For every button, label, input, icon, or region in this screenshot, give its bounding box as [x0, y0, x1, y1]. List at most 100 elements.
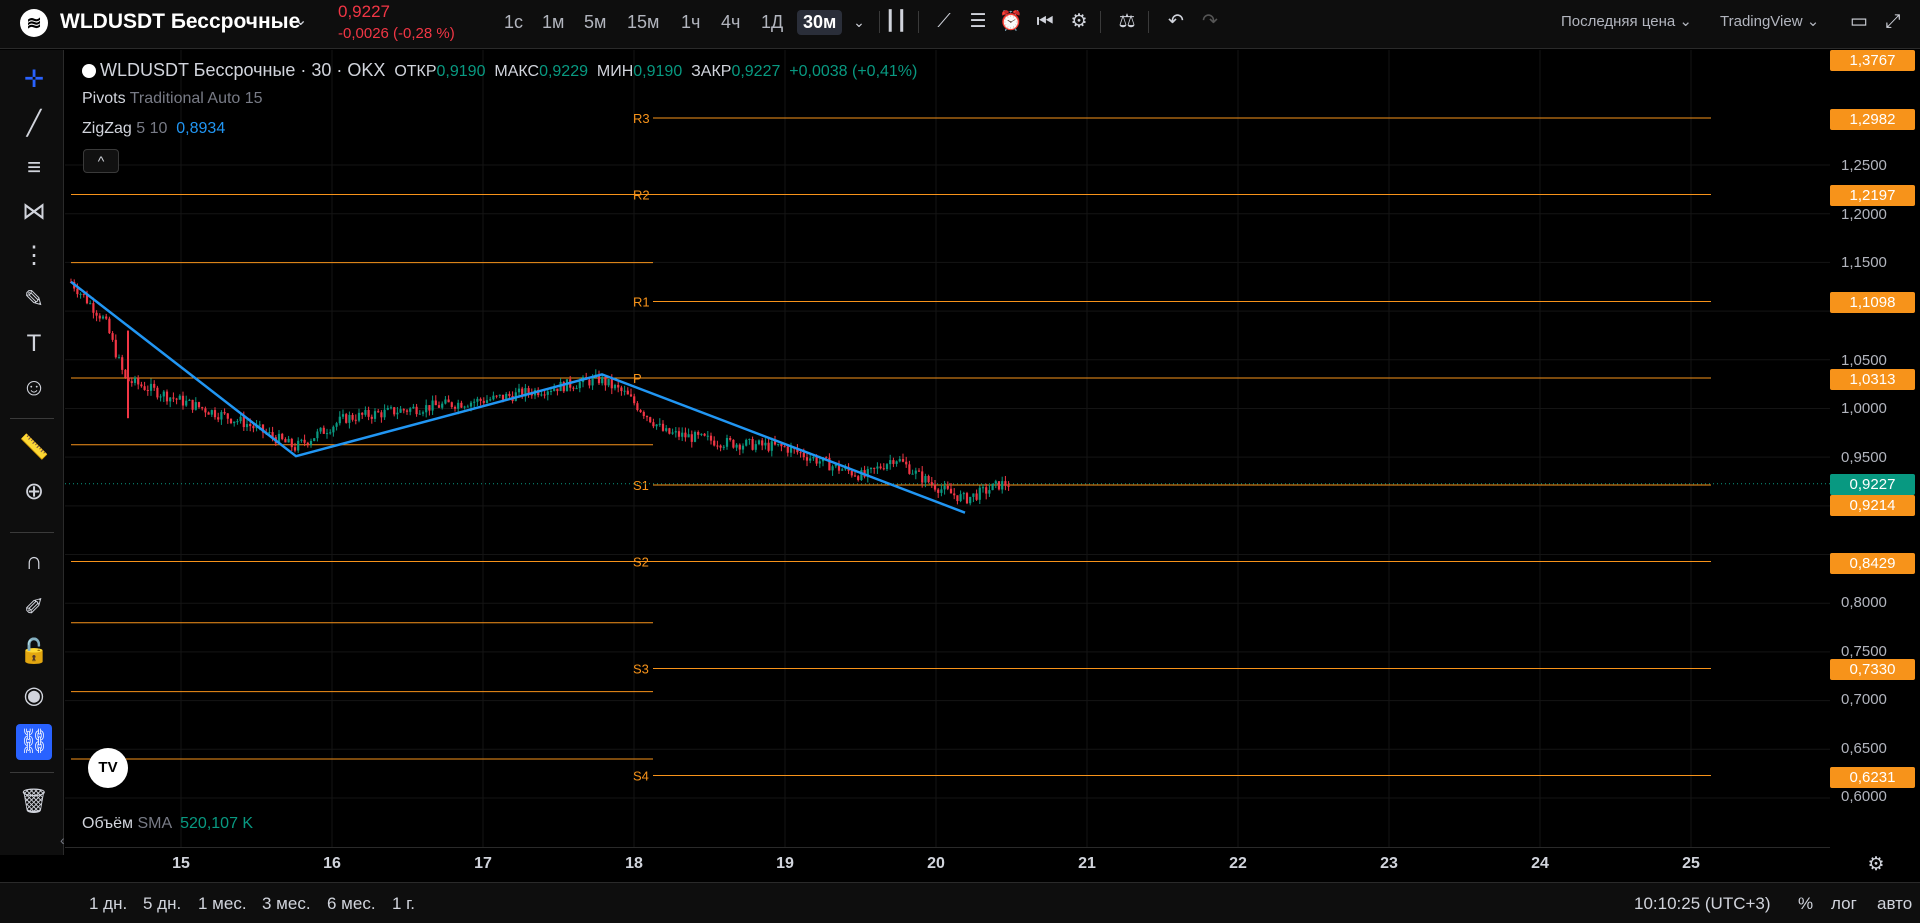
candle-body	[393, 407, 396, 415]
candle-body	[447, 399, 450, 403]
zoom-icon[interactable]: ⊕	[16, 474, 52, 510]
indicator-list-icon[interactable]: ☰	[965, 9, 991, 35]
timeframe-30m[interactable]: 30м	[797, 10, 843, 35]
candle-body	[1007, 485, 1010, 487]
candle-body	[153, 383, 156, 388]
trendline-icon[interactable]: ╱	[16, 106, 52, 142]
timeframe-chevron-icon[interactable]: ⌄	[846, 9, 872, 35]
candle-body	[325, 433, 329, 435]
chevron-down-icon[interactable]: ⌄	[294, 10, 307, 30]
candle-body	[815, 457, 818, 464]
candle-body	[82, 293, 85, 295]
lock-drawing-icon[interactable]: ✐	[16, 590, 52, 626]
chart-settings-gear-icon[interactable]: ⚙	[1863, 852, 1889, 878]
fullscreen-icon[interactable]: ⤢	[1880, 9, 1906, 35]
range-1y[interactable]: 1 г.	[392, 894, 415, 914]
price-label: 0,7000	[1841, 691, 1887, 708]
candle-body	[457, 402, 460, 409]
candle-body	[633, 396, 636, 404]
candle-body	[748, 439, 751, 441]
range-3m[interactable]: 3 мес.	[262, 894, 311, 914]
range-1m[interactable]: 1 мес.	[198, 894, 247, 914]
candle-body	[204, 408, 207, 413]
tradingview-logo-icon[interactable]: TV	[88, 748, 128, 788]
brush-icon[interactable]: ✎	[16, 282, 52, 318]
emoji-icon[interactable]: ☺	[16, 370, 52, 406]
timeframe-1s[interactable]: 1с	[498, 10, 529, 35]
price-badge-s1: 0,9214	[1830, 495, 1915, 516]
candle-body	[181, 395, 185, 406]
timeframe-5m[interactable]: 5м	[578, 10, 612, 35]
percent-toggle[interactable]: %	[1798, 894, 1813, 914]
gear-icon[interactable]: ⚙	[1066, 9, 1092, 35]
timeframe-1d[interactable]: 1Д	[755, 10, 789, 35]
ruler-icon[interactable]: 📏	[16, 430, 52, 466]
magnet-icon[interactable]: ∩	[16, 544, 52, 580]
trash-icon[interactable]: 🗑	[16, 784, 52, 820]
fib-icon[interactable]: ≡	[16, 150, 52, 186]
eye-icon[interactable]: ◉	[16, 678, 52, 714]
pivot-label: R3	[633, 111, 650, 126]
candle-body	[841, 469, 844, 471]
unlock-icon[interactable]: 🔓	[16, 634, 52, 670]
timeframe-15m[interactable]: 15м	[621, 10, 665, 35]
candle-body	[114, 339, 117, 358]
pivots-params: Traditional Auto 15	[129, 90, 263, 107]
candle-body	[229, 418, 233, 424]
pattern-icon[interactable]: ⋈	[16, 194, 52, 230]
auto-toggle[interactable]: авто	[1877, 894, 1912, 914]
candle-body	[252, 426, 255, 429]
candle-body	[501, 394, 505, 400]
clock[interactable]: 10:10:25 (UTC+3)	[1634, 894, 1771, 914]
undo-icon[interactable]: ↶	[1163, 9, 1189, 35]
candle-body	[732, 439, 735, 448]
chart-pane[interactable]: R3 R2 R1 P S1 S2 S3 S4	[65, 50, 1830, 847]
candle-body	[300, 439, 303, 441]
compare-scales-icon[interactable]: ⚖	[1114, 9, 1140, 35]
pivots-legend[interactable]: Pivots Traditional Auto 15	[82, 90, 263, 108]
crosshair-icon[interactable]: ✛	[16, 62, 52, 98]
link-icon[interactable]: ⛓	[16, 724, 52, 760]
candle-body	[607, 379, 610, 386]
timeframe-1m[interactable]: 1м	[536, 10, 570, 35]
symbol-name[interactable]: WLDUSDT Бессрочные	[60, 10, 300, 34]
price-label: 0,6000	[1841, 788, 1887, 805]
text-icon[interactable]: T	[16, 326, 52, 362]
candle-body	[930, 482, 933, 485]
range-1d[interactable]: 1 дн.	[89, 894, 127, 914]
candle-body	[553, 388, 556, 391]
timeframe-1h[interactable]: 1ч	[675, 10, 706, 35]
timeframe-4h[interactable]: 4ч	[715, 10, 746, 35]
candle-body	[143, 386, 146, 390]
window-icon[interactable]: ▭	[1846, 9, 1872, 35]
log-toggle[interactable]: лог	[1831, 894, 1857, 914]
range-6m[interactable]: 6 мес.	[327, 894, 376, 914]
provider-label: TradingView	[1720, 13, 1803, 30]
range-5d[interactable]: 5 дн.	[143, 894, 181, 914]
candle-body	[284, 439, 287, 443]
price-badge-p: 1,0313	[1830, 369, 1915, 390]
price-badge-s2: 0,8429	[1830, 553, 1915, 574]
candle-body	[649, 417, 652, 423]
candle-body	[988, 490, 991, 494]
candle-body	[479, 398, 482, 401]
volume-legend[interactable]: Объём SMA 520,107 K	[82, 815, 253, 833]
candles-icon[interactable]: ┃┃	[883, 9, 909, 35]
collapse-legend-button[interactable]: ^	[83, 149, 119, 173]
candle-body	[133, 377, 137, 383]
candle-body	[217, 417, 220, 420]
replay-icon[interactable]: ⏮	[1032, 9, 1058, 35]
candle-body	[722, 446, 725, 448]
alert-icon[interactable]: ⏰	[998, 9, 1024, 35]
price-source-dropdown[interactable]: Последняя цена ⌄	[1561, 12, 1692, 30]
zigzag-legend[interactable]: ZigZag 5 10 0,8934	[82, 120, 225, 138]
collapse-toolbar-icon[interactable]: ‹	[60, 832, 65, 848]
candle-body	[975, 493, 978, 500]
redo-icon[interactable]: ↷	[1197, 9, 1223, 35]
candle-body	[655, 424, 658, 427]
prediction-icon[interactable]: ⋮	[16, 238, 52, 274]
candle-body	[924, 476, 927, 483]
time-label: 15	[172, 855, 190, 872]
indicators-icon[interactable]: ⟋	[931, 9, 957, 35]
provider-dropdown[interactable]: TradingView ⌄	[1720, 12, 1819, 30]
